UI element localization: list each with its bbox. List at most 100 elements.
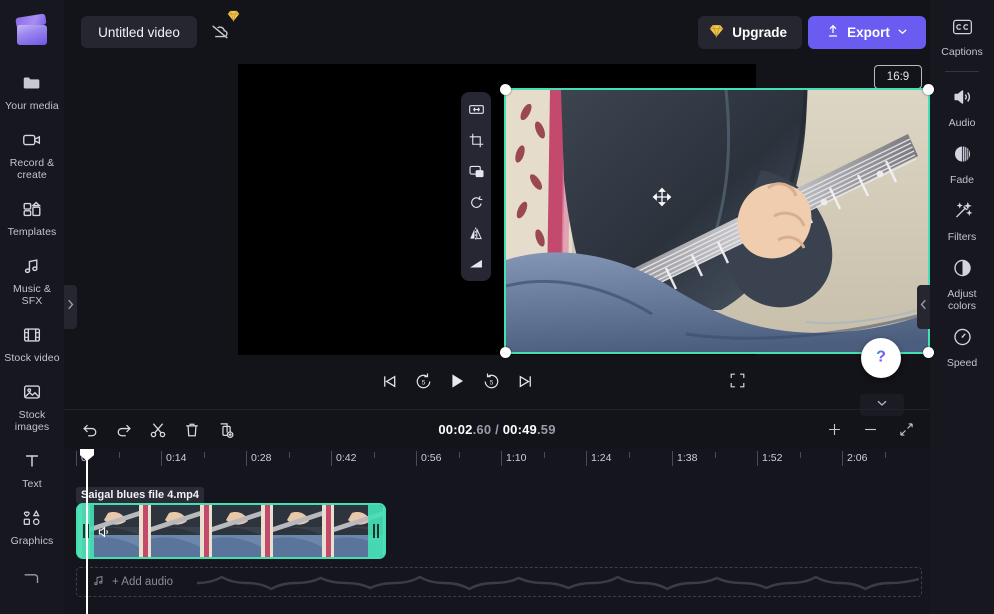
fit-width-icon[interactable] xyxy=(465,98,487,120)
film-strip-icon xyxy=(20,323,44,347)
question-mark-icon: ? xyxy=(870,345,892,372)
sidebar-item-label: Your media xyxy=(5,100,59,112)
redo-button[interactable] xyxy=(108,415,140,445)
rail-item-speed[interactable]: Speed xyxy=(930,318,994,375)
duplicate-button[interactable] xyxy=(210,415,242,445)
rail-item-label: Audio xyxy=(948,117,976,129)
ruler-minor-tick xyxy=(119,452,120,458)
sidebar-item-label: Graphics xyxy=(10,535,54,547)
collapse-right-panel-handle[interactable] xyxy=(917,285,930,329)
music-note-icon xyxy=(20,254,44,278)
clipchamp-editor: Your media Record & create Templates Mus… xyxy=(0,0,994,614)
rail-item-label: Captions xyxy=(941,46,983,58)
rail-item-adjust-colors[interactable]: Adjust colors xyxy=(930,249,994,318)
zoom-out-button[interactable] xyxy=(854,415,886,445)
playback-transport: 5 5 xyxy=(238,364,756,398)
fullscreen-icon[interactable] xyxy=(724,367,750,393)
ruler-minor-tick xyxy=(374,452,375,458)
rotate-icon[interactable] xyxy=(465,191,487,213)
cloud-off-icon[interactable] xyxy=(209,21,231,43)
sidebar-item-text[interactable]: Text xyxy=(0,440,64,497)
video-camera-icon xyxy=(20,128,44,152)
music-note-icon xyxy=(92,574,105,590)
crop-icon[interactable] xyxy=(465,129,487,151)
rail-item-fade[interactable]: Fade xyxy=(930,135,994,192)
sidebar-item-transitions[interactable] xyxy=(0,554,64,597)
skew-icon[interactable] xyxy=(465,253,487,275)
rail-item-filters[interactable]: Filters xyxy=(930,192,994,249)
timeline-scrollbar-track[interactable] xyxy=(64,601,930,607)
ruler-tick: 0:28 xyxy=(246,451,271,466)
move-cursor-icon xyxy=(652,187,672,207)
export-button[interactable]: Export xyxy=(808,16,926,49)
diamond-icon xyxy=(227,9,240,23)
forward-5-icon[interactable]: 5 xyxy=(474,367,508,395)
sidebar-item-graphics[interactable]: Graphics xyxy=(0,497,64,554)
undo-button[interactable] xyxy=(74,415,106,445)
sidebar-item-record-create[interactable]: Record & create xyxy=(0,119,64,188)
sidebar-item-label: Music & SFX xyxy=(12,283,52,307)
trim-right-handle[interactable] xyxy=(368,505,384,557)
aspect-ratio-label: 16:9 xyxy=(886,71,910,83)
video-clip[interactable] xyxy=(76,503,386,559)
chevron-left-icon xyxy=(919,298,928,316)
delete-button[interactable] xyxy=(176,415,208,445)
sidebar-item-music-sfx[interactable]: Music & SFX xyxy=(0,245,64,314)
total-time: 00:49 xyxy=(502,422,537,437)
speedometer-icon xyxy=(951,326,974,353)
timeline-zoom-controls xyxy=(816,415,922,445)
ruler-tick: 1:10 xyxy=(501,451,526,466)
sidebar-item-stock-video[interactable]: Stock video xyxy=(0,314,64,371)
rail-item-label: Adjust colors xyxy=(947,288,977,312)
rail-item-label: Fade xyxy=(950,174,974,186)
left-sidebar: Your media Record & create Templates Mus… xyxy=(0,0,64,614)
help-button[interactable]: ? xyxy=(861,338,901,378)
sidebar-item-your-media[interactable]: Your media xyxy=(0,62,64,119)
ruler-minor-tick xyxy=(204,452,205,458)
closed-caption-icon xyxy=(951,17,974,42)
rewind-5-icon[interactable]: 5 xyxy=(406,367,440,395)
aspect-ratio-button[interactable]: 16:9 xyxy=(874,65,922,89)
sidebar-item-stock-images[interactable]: Stock images xyxy=(0,371,64,440)
ruler-minor-tick xyxy=(715,452,716,458)
zoom-in-button[interactable] xyxy=(818,415,850,445)
project-title-text: Untitled video xyxy=(98,24,180,40)
flip-horizontal-icon[interactable] xyxy=(465,222,487,244)
add-audio-label: + Add audio xyxy=(112,576,174,588)
transitions-icon xyxy=(20,566,44,590)
total-time-frac: .59 xyxy=(536,422,556,437)
sidebar-item-label: Record & create xyxy=(9,157,55,181)
add-audio-track[interactable]: + Add audio xyxy=(76,567,922,597)
timeline-toolbar: 00:02.60 / 00:49.59 xyxy=(64,409,930,449)
resize-handle-top-right[interactable] xyxy=(923,84,934,95)
rail-item-label: Speed xyxy=(946,357,978,369)
selected-video-layer[interactable] xyxy=(500,84,934,358)
timeline-panel[interactable]: 0 0:14 0:28 0:42 0:56 1:10 1:24 1:38 1:5… xyxy=(64,449,930,614)
play-button[interactable] xyxy=(440,367,474,395)
rail-item-audio[interactable]: Audio xyxy=(930,78,994,135)
ruler-tick: 1:52 xyxy=(757,451,782,466)
ruler-tick: 2:06 xyxy=(842,451,867,466)
skip-end-icon[interactable] xyxy=(508,367,542,395)
diamond-icon xyxy=(709,24,724,41)
chevron-down-icon[interactable] xyxy=(896,25,909,41)
fit-timeline-button[interactable] xyxy=(890,415,922,445)
resize-handle-bottom-left[interactable] xyxy=(500,347,511,358)
ruler-tick: 0:56 xyxy=(416,451,441,466)
resize-handle-bottom-right[interactable] xyxy=(923,347,934,358)
rail-item-captions[interactable]: Captions xyxy=(930,9,994,64)
rail-divider xyxy=(945,71,979,72)
resize-handle-top-left[interactable] xyxy=(500,84,511,95)
chevron-right-icon xyxy=(66,298,75,316)
project-title-input[interactable]: Untitled video xyxy=(81,16,197,48)
upgrade-button[interactable]: Upgrade xyxy=(698,16,802,49)
speaker-mute-icon[interactable] xyxy=(97,524,113,540)
timeline-ruler[interactable]: 0 0:14 0:28 0:42 0:56 1:10 1:24 1:38 1:5… xyxy=(64,449,930,473)
sidebar-item-label: Stock video xyxy=(4,352,60,364)
pip-icon[interactable] xyxy=(465,160,487,182)
playhead[interactable] xyxy=(80,449,94,614)
split-button[interactable] xyxy=(142,415,174,445)
sidebar-item-templates[interactable]: Templates xyxy=(0,188,64,245)
skip-start-icon[interactable] xyxy=(372,367,406,395)
expand-left-panel-handle[interactable] xyxy=(64,285,77,329)
